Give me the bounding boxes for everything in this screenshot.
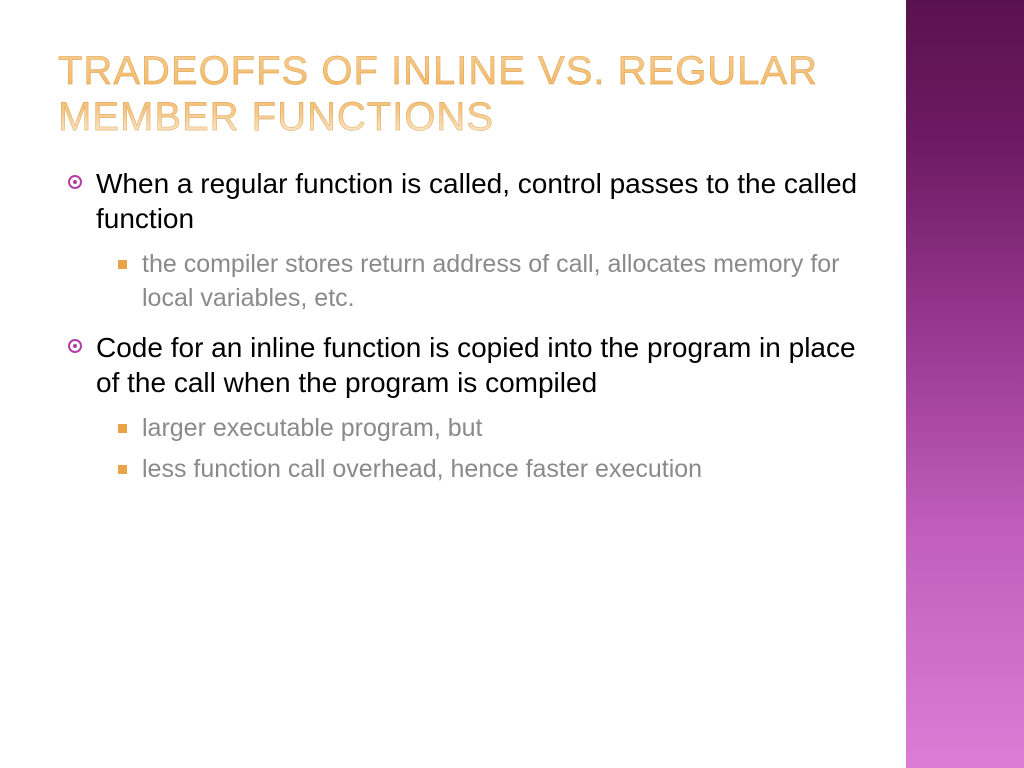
list-item: less function call overhead, hence faste… xyxy=(112,453,858,487)
circle-bullet-icon xyxy=(68,339,82,353)
bullet-list: When a regular function is called, contr… xyxy=(58,166,858,487)
square-bullet-icon xyxy=(118,260,127,269)
sub-bullet-text: less function call overhead, hence faste… xyxy=(142,453,858,487)
slide: Tradeoffs of Inline vs. Regular Member F… xyxy=(0,0,1024,768)
list-item: When a regular function is called, contr… xyxy=(62,166,858,316)
list-item: Code for an inline function is copied in… xyxy=(62,330,858,488)
square-bullet-icon xyxy=(118,424,127,433)
square-bullet-icon xyxy=(118,465,127,474)
slide-title: Tradeoffs of Inline vs. Regular Member F… xyxy=(58,48,858,140)
list-item: the compiler stores return address of ca… xyxy=(112,248,858,316)
sub-list: the compiler stores return address of ca… xyxy=(96,248,858,316)
slide-content: Tradeoffs of Inline vs. Regular Member F… xyxy=(58,48,858,501)
sub-bullet-text: larger executable program, but xyxy=(142,412,858,446)
bullet-text: When a regular function is called, contr… xyxy=(96,166,858,236)
decorative-side-band xyxy=(906,0,1024,768)
list-item: larger executable program, but xyxy=(112,412,858,446)
sub-list: larger executable program, but less func… xyxy=(96,412,858,488)
bullet-text: Code for an inline function is copied in… xyxy=(96,330,858,400)
circle-bullet-icon xyxy=(68,175,82,189)
sub-bullet-text: the compiler stores return address of ca… xyxy=(142,248,858,316)
